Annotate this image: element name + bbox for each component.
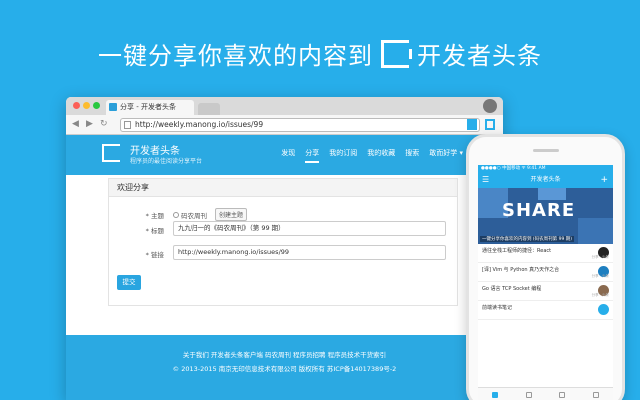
forward-icon[interactable]: ▶: [86, 119, 93, 129]
nav-favorites[interactable]: 我的收藏: [367, 148, 395, 163]
hero-share-word: SHARE: [502, 200, 576, 221]
avatar: [598, 304, 609, 315]
title-label: * 标题: [145, 227, 164, 235]
nav-share[interactable]: 分享: [305, 148, 320, 163]
list-item[interactable]: [译] Vim 与 Python 真乃天作之合 分享 · 头条: [478, 263, 613, 282]
title-input[interactable]: 九九归一的《码农周刊》（第 99 期）: [173, 221, 446, 236]
site-header: 开发者头条 程序员的最佳阅读分享平台 发现 分享 我的订阅 我的收藏 搜索 敢而…: [66, 135, 503, 175]
hero-banner: 一键分享你喜欢的内容到 开发者头条: [0, 36, 640, 71]
nav-discover[interactable]: 发现: [281, 148, 295, 163]
tab-profile-icon[interactable]: [593, 391, 600, 398]
tab-topics-icon[interactable]: [525, 391, 532, 398]
extension-icon[interactable]: [467, 119, 477, 130]
list-item[interactable]: 前端读书笔记: [478, 301, 613, 320]
browser-tab-title: 分享 - 开发者头条: [120, 103, 176, 111]
tab-discover-icon[interactable]: [559, 391, 566, 398]
item-title: 通往全栈工程师的捷径：React: [482, 248, 552, 254]
topic-option-label: 码农周刊: [181, 212, 207, 220]
list-item[interactable]: 通往全栈工程师的捷径：React 分享 · 头条: [478, 244, 613, 263]
incognito-icon: [483, 99, 497, 113]
phone-screen: ●●●●○ 中国移动 ᯤ 9:41 AM ☰ 开发者头条 + SHARE 一键分…: [478, 165, 613, 400]
topic-label: * 主题: [145, 212, 164, 220]
add-icon[interactable]: +: [600, 172, 608, 188]
reload-icon[interactable]: ↻: [100, 119, 108, 129]
browser-tabbar: 分享 - 开发者头条: [66, 97, 503, 115]
title-row: * 标题 九九归一的《码农周刊》（第 99 期）: [109, 221, 457, 237]
item-meta: 分享 · 头条: [591, 293, 609, 297]
new-tab-button[interactable]: [198, 103, 220, 115]
item-title: [译] Vim 与 Python 真乃天作之合: [482, 267, 560, 273]
radio-icon: [173, 212, 179, 218]
phone-status-bar: ●●●●○ 中国移动 ᯤ 9:41 AM: [478, 165, 613, 172]
nav-subscriptions[interactable]: 我的订阅: [329, 148, 357, 163]
menu-icon[interactable]: ☰: [482, 172, 489, 188]
footer-links[interactable]: 关于我们 开发者头条客户端 码农周刊 程序员招聘 程序员技术干货索引: [66, 349, 503, 359]
favicon-icon: [109, 103, 117, 111]
list-item[interactable]: Go 语言 TCP Socket 编程 分享 · 头条: [478, 282, 613, 301]
toutiao-extension-icon[interactable]: [485, 119, 495, 130]
site-subtitle: 程序员的最佳阅读分享平台: [130, 158, 203, 165]
maximize-window-icon[interactable]: [93, 102, 100, 109]
browser-tab[interactable]: 分享 - 开发者头条: [106, 100, 194, 115]
hero-title: 一键分享你喜欢的内容到: [98, 42, 373, 70]
page-icon: [124, 121, 131, 129]
browser-window: 分享 - 开发者头条 ◀ ▶ ↻ http://weekly.manong.io…: [66, 97, 503, 400]
back-icon[interactable]: ◀: [72, 119, 79, 129]
phone-navbar: ☰ 开发者头条 +: [478, 172, 613, 188]
site-nav: 发现 分享 我的订阅 我的收藏 搜索 敢而好学 ▾: [281, 148, 463, 163]
nav-search[interactable]: 搜索: [405, 148, 419, 163]
hero-caption: 一键分享你喜欢的内容到 (码农周刊第 99 期): [480, 236, 575, 242]
address-bar[interactable]: http://weekly.manong.io/issues/99: [120, 118, 480, 132]
browser-toolbar: ◀ ▶ ↻ http://weekly.manong.io/issues/99: [66, 115, 503, 135]
site-title[interactable]: 开发者头条: [130, 142, 180, 157]
tab-home-icon[interactable]: [491, 391, 498, 398]
phone-tabbar: [478, 387, 613, 400]
link-row: * 链接 http://weekly.manong.io/issues/99: [109, 245, 457, 261]
phone-hero-image[interactable]: SHARE 一键分享你喜欢的内容到 (码农周刊第 99 期): [478, 188, 613, 244]
topic-radio[interactable]: 码农周刊: [173, 210, 207, 220]
footer-copyright: © 2013-2015 南京无印信息技术有限公司 版权所有 苏ICP备14017…: [172, 365, 397, 373]
submit-button[interactable]: 提交: [117, 275, 141, 290]
address-url: http://weekly.manong.io/issues/99: [135, 120, 264, 129]
item-meta: 分享 · 头条: [591, 255, 609, 259]
item-title: 前端读书笔记: [482, 305, 513, 311]
link-label: * 链接: [145, 251, 164, 259]
phone-speaker: [533, 149, 559, 152]
item-meta: 分享 · 头条: [591, 274, 609, 278]
site-footer: 关于我们 开发者头条客户端 码农周刊 程序员招聘 程序员技术干货索引 © 201…: [66, 335, 503, 400]
phone-nav-title: 开发者头条: [530, 176, 561, 183]
hero-brand: 开发者头条: [417, 42, 542, 70]
site-logo-icon[interactable]: [102, 144, 120, 162]
nav-user-menu[interactable]: 敢而好学 ▾: [429, 148, 463, 163]
phone-device: ●●●●○ 中国移动 ᯤ 9:41 AM ☰ 开发者头条 + SHARE 一键分…: [466, 134, 625, 400]
share-form: 欢迎分享 * 主题 码农周刊 创建主题 * 标题 九九归一的《码农周刊》（第 9…: [108, 178, 458, 306]
minimize-window-icon[interactable]: [83, 102, 90, 109]
brand-logo-icon: [381, 39, 412, 68]
close-window-icon[interactable]: [73, 102, 80, 109]
link-input[interactable]: http://weekly.manong.io/issues/99: [173, 245, 446, 260]
create-topic-button[interactable]: 创建主题: [215, 208, 248, 221]
form-heading: 欢迎分享: [109, 179, 457, 197]
item-title: Go 语言 TCP Socket 编程: [482, 286, 542, 292]
